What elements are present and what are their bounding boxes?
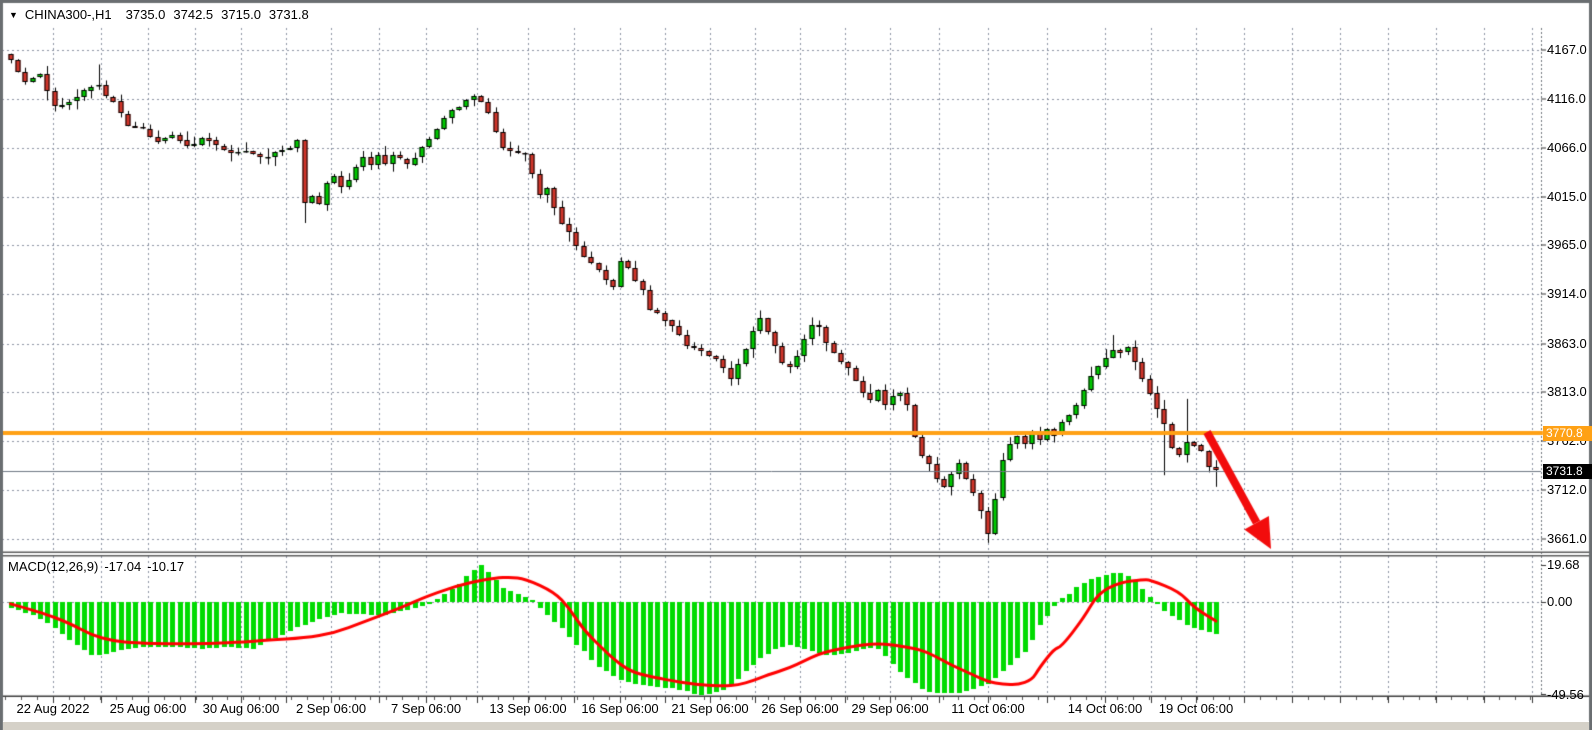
macd-indicator-name: MACD(12,26,9)	[8, 559, 98, 574]
mt4-chart-window: ▼ CHINA300-,H1 3735.0 3742.5 3715.0 3731.8 MA…	[0, 0, 1592, 730]
macd-signal-value: -10.17	[147, 559, 184, 574]
collapse-toggle-icon[interactable]: ▼	[9, 10, 18, 20]
time-axis[interactable]	[2, 696, 1541, 718]
window-footer	[3, 721, 1589, 730]
chart-header: ▼ CHINA300-,H1 3735.0 3742.5 3715.0 3731.8	[9, 7, 317, 22]
price-axis[interactable]	[1541, 28, 1592, 695]
ohlc-close-value: 3731.8	[269, 7, 309, 22]
ohlc-open-value: 3735.0	[126, 7, 166, 22]
macd-indicator-label: MACD(12,26,9) -17.04 -10.17	[8, 559, 190, 574]
ohlc-low-value: 3715.0	[221, 7, 261, 22]
ohlc-high-value: 3742.5	[173, 7, 213, 22]
macd-main-value: -17.04	[104, 559, 141, 574]
symbol-period-label: CHINA300-,H1	[25, 7, 112, 22]
chart-canvas[interactable]	[0, 0, 1592, 730]
